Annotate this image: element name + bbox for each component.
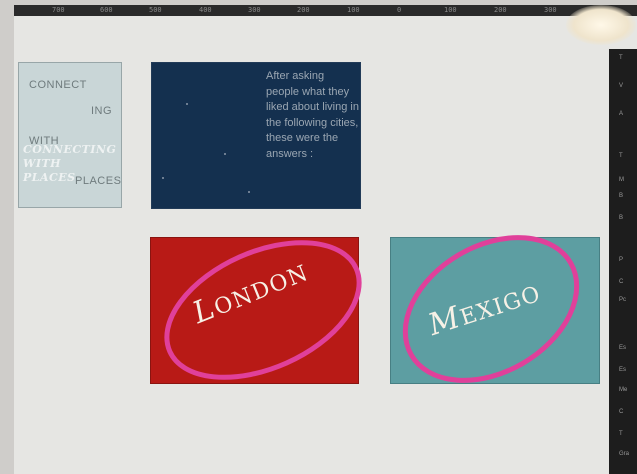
ruler-tick: 100: [347, 6, 360, 14]
ruler-tick: 300: [544, 6, 557, 14]
screen-glare: [566, 5, 636, 45]
panel-item[interactable]: T: [619, 153, 623, 159]
mexico-card[interactable]: MEXIGO: [390, 237, 600, 384]
ruler-tick: 100: [444, 6, 457, 14]
ruler-tick: 600: [100, 6, 113, 14]
connecting-word: ING: [91, 105, 113, 117]
london-label: LONDON: [188, 253, 313, 331]
ruler-tick: 700: [52, 6, 65, 14]
panel-item[interactable]: Es: [619, 367, 626, 373]
ruler-tick: 300: [248, 6, 261, 14]
connecting-title-overlay: CONNECTING WITH PLACES: [23, 143, 116, 185]
overlay-line: CONNECTING: [23, 143, 117, 156]
star-speck: [186, 103, 188, 105]
horizontal-ruler: 700 600 500 400 300 200 100 0 100 200 30…: [14, 5, 637, 16]
panel-item[interactable]: C: [619, 409, 623, 415]
panel-item[interactable]: Gra: [619, 451, 629, 457]
ruler-tick: 400: [199, 6, 212, 14]
panel-item[interactable]: B: [619, 215, 623, 221]
ruler-tick: 500: [149, 6, 162, 14]
london-card[interactable]: LONDON: [150, 237, 359, 384]
panel-item[interactable]: T: [619, 55, 623, 61]
mexico-label: MEXIGO: [424, 274, 545, 343]
mexico-rest: EXIGO: [457, 281, 545, 332]
properties-panel[interactable]: T V A T M B B P C Pc Es Es Me C T Gra: [609, 49, 637, 474]
panel-item[interactable]: B: [619, 193, 623, 199]
panel-item[interactable]: Me: [619, 387, 627, 393]
intro-card[interactable]: After asking people what they liked abou…: [151, 62, 361, 209]
connecting-word: CONNECT: [29, 79, 87, 91]
overlay-line: WITH: [23, 157, 62, 170]
panel-item[interactable]: Pc: [619, 297, 626, 303]
panel-item[interactable]: Es: [619, 345, 626, 351]
panel-item[interactable]: V: [619, 83, 623, 89]
star-speck: [248, 191, 250, 193]
ruler-tick: 200: [297, 6, 310, 14]
intro-text: After asking people what they liked abou…: [266, 70, 359, 160]
panel-item[interactable]: T: [619, 431, 623, 437]
star-speck: [162, 177, 164, 179]
london-rest: ONDON: [210, 260, 313, 322]
panel-item[interactable]: C: [619, 279, 623, 285]
ruler-tick: 0: [397, 6, 402, 14]
connecting-with-places-card[interactable]: CONNECT ING WITH PLACES CONNECTING WITH …: [18, 62, 122, 208]
ruler-tick: 200: [494, 6, 507, 14]
star-speck: [224, 153, 226, 155]
overlay-line: PLACES: [23, 171, 76, 184]
panel-item[interactable]: M: [619, 177, 624, 183]
panel-item[interactable]: P: [619, 257, 623, 263]
panel-item[interactable]: A: [619, 111, 623, 117]
